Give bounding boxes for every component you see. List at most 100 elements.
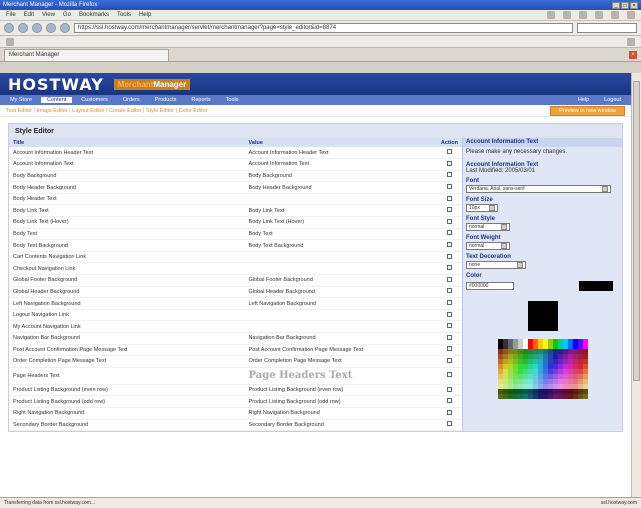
table-row[interactable]: Account Information Header Text Account I… [9, 147, 462, 160]
table-row[interactable]: Logout Navigation Link [9, 309, 462, 322]
edit-action[interactable] [436, 309, 462, 322]
edit-action[interactable] [436, 320, 462, 333]
reload-icon[interactable] [32, 23, 42, 33]
font-select[interactable]: Verdana, Arial, sans-serif [466, 185, 611, 193]
menu-help[interactable]: Help [139, 12, 151, 18]
nav-tab-content[interactable]: Content [41, 97, 73, 103]
table-row[interactable]: Product Listing Background (even row) Pro… [9, 384, 462, 397]
toolbar-icon[interactable] [611, 11, 619, 19]
nav-tab-products[interactable]: Products [149, 97, 183, 103]
minimize-icon[interactable]: _ [612, 1, 620, 9]
table-row[interactable]: My Account Navigation Link [9, 320, 462, 333]
edit-icon[interactable] [446, 207, 452, 213]
edit-action[interactable] [436, 367, 462, 385]
toolbar-icon[interactable] [627, 37, 635, 46]
edit-icon[interactable] [446, 357, 452, 363]
edit-action[interactable] [436, 204, 462, 218]
edit-action[interactable] [436, 395, 462, 408]
page-scrollbar[interactable] [631, 73, 641, 497]
browser-tab[interactable]: Merchant Manager [4, 49, 169, 61]
edit-icon[interactable] [446, 160, 452, 166]
toolbar-icon[interactable] [563, 11, 571, 19]
toolbar-icon[interactable] [579, 11, 587, 19]
table-row[interactable]: Body Text Background Body Text Background [9, 239, 462, 252]
preview-button[interactable]: Preview in new window [550, 105, 625, 116]
maximize-icon[interactable]: □ [621, 1, 629, 9]
font-style-select[interactable]: normal [466, 223, 510, 231]
table-row[interactable]: Secondary Border Background Secondary Bor… [9, 419, 462, 432]
toolbar-icon[interactable] [627, 11, 635, 19]
menu-bookmarks[interactable]: Bookmarks [79, 12, 109, 18]
edit-icon[interactable] [446, 242, 452, 248]
edit-action[interactable] [436, 297, 462, 310]
close-icon[interactable]: × [630, 1, 638, 9]
table-row[interactable]: Checkout Navigation Link [9, 262, 462, 276]
edit-action[interactable] [436, 181, 462, 194]
edit-action[interactable] [436, 193, 462, 206]
table-row[interactable]: Global Header Background Global Header Ba… [9, 286, 462, 299]
nav-tab-orders[interactable]: Orders [117, 97, 146, 103]
table-row[interactable]: Body Header Background Body Header Backgr… [9, 181, 462, 194]
forward-icon[interactable] [18, 23, 28, 33]
search-input[interactable] [577, 23, 637, 33]
table-row[interactable]: Left Navigation Background Left Navigatio… [9, 297, 462, 310]
table-row[interactable]: Page Headers Text Page Headers Text [9, 367, 462, 385]
edit-icon[interactable] [446, 195, 452, 201]
table-row[interactable]: Body Text Body Text [9, 228, 462, 241]
edit-action[interactable] [436, 286, 462, 299]
table-row[interactable]: Order Completion Page Message Text Order … [9, 355, 462, 368]
decoration-select[interactable]: none [466, 261, 526, 269]
font-weight-select[interactable]: normal [466, 242, 510, 250]
bookmark-icon[interactable] [6, 37, 14, 46]
color-input[interactable]: #000000 [466, 282, 514, 290]
table-row[interactable]: Account Information Text Account Informat… [9, 158, 462, 171]
logout-link[interactable]: Logout [598, 97, 627, 103]
nav-tab-my-store[interactable]: My Store [4, 97, 38, 103]
menu-go[interactable]: Go [63, 12, 71, 18]
table-row[interactable]: Right Navigation Background Right Navigat… [9, 407, 462, 420]
edit-action[interactable] [436, 228, 462, 241]
edit-icon[interactable] [446, 276, 452, 282]
font-size-select[interactable]: 10px [466, 204, 498, 212]
edit-icon[interactable] [446, 288, 452, 294]
edit-icon[interactable] [446, 230, 452, 236]
edit-action[interactable] [436, 251, 462, 264]
editor-links-text[interactable]: Text Editor | Image Editor | Layout Edit… [6, 108, 208, 114]
edit-icon[interactable] [446, 253, 452, 259]
nav-tab-tools[interactable]: Tools [220, 97, 245, 103]
edit-icon[interactable] [446, 172, 452, 178]
menu-tools[interactable]: Tools [117, 12, 131, 18]
edit-action[interactable] [436, 239, 462, 252]
edit-icon[interactable] [446, 184, 452, 190]
table-row[interactable]: Body Background Body Background [9, 170, 462, 183]
palette-swatch[interactable] [582, 394, 588, 399]
close-tab-icon[interactable]: × [629, 51, 637, 59]
table-row[interactable]: Product Listing Background (odd row) Prod… [9, 395, 462, 408]
menu-file[interactable]: File [6, 12, 16, 18]
edit-action[interactable] [436, 216, 462, 229]
back-icon[interactable] [4, 23, 14, 33]
edit-action[interactable] [436, 344, 462, 357]
edit-icon[interactable] [446, 386, 452, 392]
edit-action[interactable] [436, 332, 462, 345]
toolbar-icon[interactable] [547, 11, 555, 19]
table-row[interactable]: Post Account Confirmation Page Message T… [9, 344, 462, 357]
edit-icon[interactable] [446, 300, 452, 306]
edit-action[interactable] [436, 262, 462, 276]
table-row[interactable]: Navigation Bar Background Navigation Bar … [9, 332, 462, 345]
edit-icon[interactable] [446, 372, 452, 378]
edit-action[interactable] [436, 355, 462, 368]
edit-icon[interactable] [446, 346, 452, 352]
stop-icon[interactable] [46, 23, 56, 33]
table-row[interactable]: Body Link Text (Hover) Body Link Text (Ho… [9, 216, 462, 229]
edit-action[interactable] [436, 274, 462, 287]
edit-action[interactable] [436, 407, 462, 420]
table-row[interactable]: Global Footer Background Global Footer Ba… [9, 274, 462, 287]
edit-icon[interactable] [446, 409, 452, 415]
toolbar-icon[interactable] [595, 11, 603, 19]
edit-icon[interactable] [446, 149, 452, 155]
edit-icon[interactable] [446, 265, 452, 271]
edit-icon[interactable] [446, 334, 452, 340]
scrollbar-thumb[interactable] [633, 81, 640, 381]
home-icon[interactable] [60, 23, 70, 33]
